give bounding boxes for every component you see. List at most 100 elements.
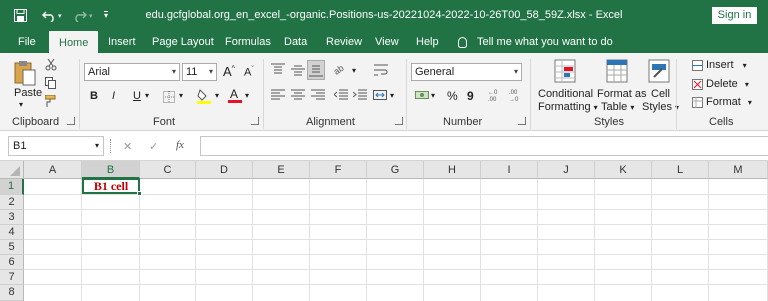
row-header-6[interactable]: 6 bbox=[0, 255, 24, 270]
column-header-h[interactable]: H bbox=[424, 161, 481, 179]
align-left-icon[interactable] bbox=[270, 87, 286, 103]
number-launcher-icon[interactable] bbox=[518, 117, 526, 125]
row-header-5[interactable]: 5 bbox=[0, 240, 24, 255]
alignment-launcher-icon[interactable] bbox=[395, 117, 403, 125]
name-box[interactable]: B1 ▾ bbox=[8, 136, 104, 156]
format-as-table-line2[interactable]: Table ▾ bbox=[601, 101, 634, 113]
shrink-font-button[interactable]: Aˇ bbox=[244, 66, 254, 79]
fill-color-dropdown-icon[interactable]: ▾ bbox=[215, 91, 219, 100]
comma-style-button[interactable]: 9 bbox=[467, 89, 474, 103]
format-painter-icon[interactable] bbox=[44, 94, 58, 108]
font-name-combo[interactable]: Arial ▾ bbox=[84, 63, 180, 81]
fill-handle[interactable] bbox=[137, 191, 142, 196]
column-header-i[interactable]: I bbox=[481, 161, 538, 179]
underline-button[interactable]: U bbox=[133, 90, 141, 102]
insert-cells-icon[interactable] bbox=[691, 59, 703, 71]
row-header-3[interactable]: 3 bbox=[0, 210, 24, 225]
align-bottom-icon[interactable] bbox=[307, 60, 325, 80]
accounting-dropdown-icon[interactable]: ▾ bbox=[431, 91, 435, 100]
format-cells-button[interactable]: Format ▾ bbox=[706, 96, 752, 108]
align-center-icon[interactable] bbox=[290, 87, 306, 103]
align-right-icon[interactable] bbox=[310, 87, 326, 103]
cell-styles-line1[interactable]: Cell bbox=[651, 88, 670, 100]
row-header-8[interactable]: 8 bbox=[0, 285, 24, 301]
column-header-f[interactable]: F bbox=[310, 161, 367, 179]
orientation-icon[interactable]: ab bbox=[332, 61, 350, 79]
tab-insert[interactable]: Insert bbox=[108, 31, 136, 53]
format-as-table-line1[interactable]: Format as bbox=[597, 88, 647, 100]
tab-data[interactable]: Data bbox=[284, 31, 307, 53]
merge-center-icon[interactable] bbox=[372, 87, 388, 103]
cell-styles-line2[interactable]: Styles ▾ bbox=[642, 101, 679, 113]
align-top-icon[interactable] bbox=[270, 62, 286, 78]
tab-review[interactable]: Review bbox=[326, 31, 362, 53]
row-header-4[interactable]: 4 bbox=[0, 225, 24, 240]
underline-dropdown-icon[interactable]: ▾ bbox=[145, 91, 149, 100]
paste-button[interactable]: Paste bbox=[14, 87, 42, 99]
worksheet-grid[interactable]: A B C D E F G H I J K L M 1 2 3 4 5 6 7 … bbox=[0, 161, 768, 301]
cancel-entry-button[interactable]: ✕ bbox=[123, 140, 132, 153]
orientation-dropdown-icon[interactable]: ▾ bbox=[352, 66, 356, 75]
column-header-g[interactable]: G bbox=[367, 161, 424, 179]
format-cells-icon[interactable] bbox=[691, 96, 703, 108]
delete-cells-icon[interactable] bbox=[691, 78, 703, 90]
select-all-button[interactable] bbox=[0, 161, 24, 179]
row-header-1[interactable]: 1 bbox=[0, 179, 24, 195]
merge-dropdown-icon[interactable]: ▾ bbox=[390, 91, 394, 100]
tell-me-box[interactable]: Tell me what you want to do bbox=[458, 31, 613, 53]
column-header-j[interactable]: J bbox=[538, 161, 595, 179]
clipboard-launcher-icon[interactable] bbox=[67, 117, 75, 125]
row-header-2[interactable]: 2 bbox=[0, 195, 24, 210]
column-header-c[interactable]: C bbox=[140, 161, 196, 179]
insert-cells-button[interactable]: Insert ▾ bbox=[706, 59, 747, 71]
tab-help[interactable]: Help bbox=[416, 31, 439, 53]
decrease-decimal-icon[interactable]: .00 →0 bbox=[507, 86, 525, 104]
tab-formulas[interactable]: Formulas bbox=[225, 31, 271, 53]
cell-b1[interactable]: B1 cell bbox=[82, 178, 142, 196]
italic-button[interactable]: I bbox=[112, 90, 115, 102]
row-header-7[interactable]: 7 bbox=[0, 270, 24, 285]
accounting-format-icon[interactable] bbox=[414, 87, 430, 103]
number-format-combo[interactable]: General ▾ bbox=[411, 63, 522, 81]
conditional-formatting-line1[interactable]: Conditional bbox=[538, 88, 593, 100]
conditional-formatting-icon[interactable] bbox=[553, 58, 577, 84]
borders-dropdown-icon[interactable]: ▾ bbox=[179, 91, 183, 100]
grow-font-button[interactable]: A^ bbox=[223, 64, 235, 79]
cell-styles-icon[interactable] bbox=[647, 58, 671, 84]
column-header-l[interactable]: L bbox=[652, 161, 709, 179]
column-header-k[interactable]: K bbox=[595, 161, 652, 179]
paste-dropdown-icon[interactable]: ▾ bbox=[19, 100, 23, 109]
wrap-text-icon[interactable] bbox=[372, 61, 390, 79]
tab-file[interactable]: File bbox=[18, 31, 36, 53]
column-header-d[interactable]: D bbox=[196, 161, 253, 179]
tab-view[interactable]: View bbox=[375, 31, 399, 53]
increase-decimal-icon[interactable]: ←0.00 bbox=[486, 86, 504, 104]
column-header-b[interactable]: B bbox=[82, 161, 140, 179]
column-header-m[interactable]: M bbox=[709, 161, 768, 179]
percent-style-button[interactable]: % bbox=[447, 89, 458, 103]
copy-icon[interactable] bbox=[44, 76, 58, 90]
font-launcher-icon[interactable] bbox=[251, 117, 259, 125]
align-middle-icon[interactable] bbox=[290, 62, 306, 78]
paste-icon[interactable] bbox=[12, 58, 38, 88]
decrease-indent-icon[interactable] bbox=[333, 87, 349, 103]
column-header-a[interactable]: A bbox=[24, 161, 82, 179]
font-size-combo[interactable]: 11 ▾ bbox=[182, 63, 217, 81]
borders-icon[interactable] bbox=[162, 90, 176, 103]
name-box-resize-handle[interactable] bbox=[110, 139, 112, 153]
font-color-dropdown-icon[interactable]: ▾ bbox=[245, 91, 249, 100]
sign-in-button[interactable]: Sign in bbox=[712, 7, 757, 24]
format-as-table-icon[interactable] bbox=[605, 58, 629, 84]
tab-page-layout[interactable]: Page Layout bbox=[152, 31, 214, 53]
delete-cells-button[interactable]: Delete ▾ bbox=[706, 78, 749, 90]
tab-home[interactable]: Home bbox=[49, 31, 99, 53]
insert-function-button[interactable]: fx bbox=[176, 139, 184, 151]
formula-input[interactable] bbox=[200, 136, 768, 156]
cut-icon[interactable] bbox=[44, 58, 58, 72]
fill-color-icon[interactable] bbox=[196, 87, 212, 105]
column-header-e[interactable]: E bbox=[253, 161, 310, 179]
enter-entry-button[interactable]: ✓ bbox=[149, 140, 158, 153]
increase-indent-icon[interactable] bbox=[352, 87, 368, 103]
conditional-formatting-line2[interactable]: Formatting ▾ bbox=[538, 101, 598, 113]
bold-button[interactable]: B bbox=[90, 90, 98, 102]
